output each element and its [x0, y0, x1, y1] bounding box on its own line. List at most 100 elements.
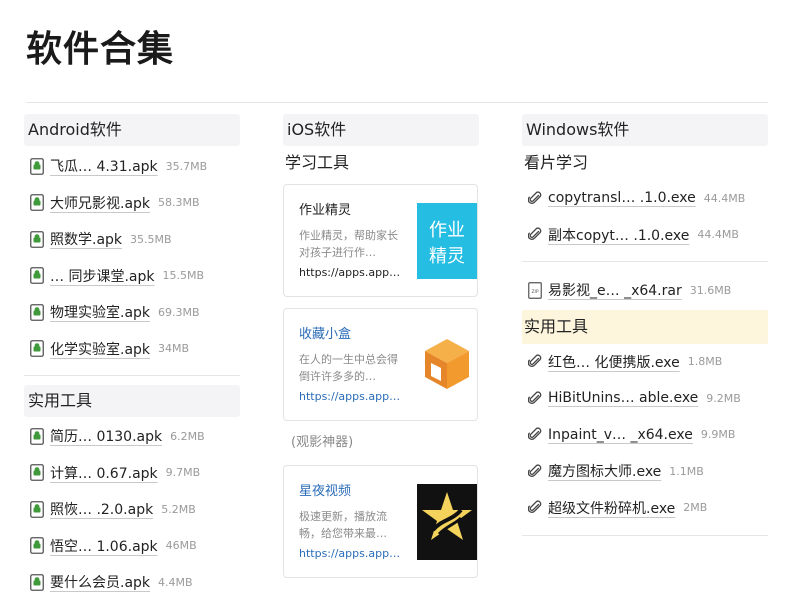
app-card-desc: 极速更新，播放流畅，给您带来最… — [299, 510, 387, 540]
ios-column: iOS软件 学习工具 作业精灵 作业精灵，帮助家长对孩子进行作… https:/… — [283, 114, 479, 578]
android-file-item[interactable]: 大师兄影视.apk 58.3MB — [24, 185, 240, 222]
page-title: 软件合集 — [26, 29, 175, 70]
xingye-shipin-app-icon — [417, 484, 477, 560]
android-apk-icon — [30, 340, 44, 358]
file-name[interactable]: 要什么会员.apk — [50, 572, 150, 592]
paperclip-icon — [528, 500, 542, 514]
windows-file-item[interactable]: copytransl… .1.0.exe 44.4MB — [522, 180, 768, 217]
app-card-link[interactable]: https://apps.app… — [299, 266, 407, 279]
android-apk-icon — [30, 157, 44, 175]
file-name[interactable]: 红色… 化便携版.exe — [548, 352, 680, 372]
file-size: 4.4MB — [158, 575, 193, 589]
top-divider — [26, 102, 768, 103]
file-name[interactable]: 物理实验室.apk — [50, 302, 150, 322]
file-name[interactable]: copytransl… .1.0.exe — [548, 190, 696, 206]
zuoye-jingling-app-icon: 作业 精灵 — [417, 203, 477, 279]
android-heading: Android软件 — [24, 114, 240, 146]
android-apk-icon — [30, 537, 44, 555]
android-apk-icon — [30, 267, 44, 285]
file-name[interactable]: … 同步课堂.apk — [50, 266, 154, 286]
file-name[interactable]: 魔方图标大师.exe — [548, 461, 661, 481]
paperclip-icon — [528, 227, 542, 241]
windows-tool-item[interactable]: 红色… 化便携版.exe 1.8MB — [522, 344, 768, 381]
app-card[interactable]: 星夜视频 极速更新，播放流畅，给您带来最… https://apps.app… — [283, 465, 478, 578]
file-size: 9.7MB — [165, 466, 201, 480]
app-card-link[interactable]: https://apps.app… — [299, 547, 407, 560]
app-card-desc: 作业精灵，帮助家长对孩子进行作… — [299, 229, 398, 259]
android-tools-heading: 实用工具 — [24, 385, 240, 417]
file-size: 58.3MB — [158, 196, 200, 210]
svg-text:ZIP: ZIP — [531, 289, 538, 295]
file-size: 1.1MB — [669, 464, 704, 478]
card-caption: (观影神器) — [291, 435, 354, 450]
file-name[interactable]: 简历… 0130.apk — [50, 426, 162, 446]
android-file-item[interactable]: … 同步课堂.apk 15.5MB — [24, 258, 240, 295]
app-card[interactable]: 收藏小盒 在人的一生中总会得倒许许多多的… https://apps.app… — [283, 308, 478, 421]
file-name[interactable]: 副本copyt… .1.0.exe — [548, 225, 689, 245]
file-name[interactable]: Inpaint_v… _x64.exe — [548, 427, 693, 443]
file-size: 6.2MB — [170, 429, 205, 443]
windows-heading: Windows软件 — [522, 114, 768, 146]
file-size: 2MB — [683, 501, 708, 515]
svg-text:作业: 作业 — [429, 220, 465, 241]
android-tool-item[interactable]: 要什么会员.apk 4.4MB — [24, 564, 240, 599]
file-name[interactable]: 易影视_e… _x64.rar — [548, 280, 682, 300]
section-divider — [522, 261, 768, 262]
file-size: 69.3MB — [158, 305, 200, 319]
section-divider — [24, 375, 240, 376]
file-name[interactable]: HiBitUnins… able.exe — [548, 390, 698, 406]
android-column: Android软件 飞瓜… 4.31.apk 35.7MB 大师兄影视.apk … — [24, 114, 240, 599]
android-tool-item[interactable]: 简历… 0130.apk 6.2MB — [24, 418, 240, 455]
file-size: 35.5MB — [130, 232, 172, 246]
android-apk-icon — [30, 464, 44, 482]
android-file-item[interactable]: 飞瓜… 4.31.apk 35.7MB — [24, 148, 240, 185]
file-name[interactable]: 飞瓜… 4.31.apk — [50, 156, 158, 176]
windows-tool-item[interactable]: 超级文件粉碎机.exe 2MB — [522, 490, 768, 527]
file-size: 31.6MB — [689, 283, 732, 297]
windows-tool-item[interactable]: HiBitUnins… able.exe 9.2MB — [522, 380, 768, 417]
app-card-text: 星夜视频 极速更新，播放流畅，给您带来最… https://apps.app… — [299, 480, 407, 560]
zip-file-icon: ZIP — [528, 281, 542, 299]
windows-archive-item[interactable]: ZIP 易影视_e… _x64.rar 31.6MB — [522, 272, 768, 309]
windows-tool-item[interactable]: Inpaint_v… _x64.exe 9.9MB — [522, 417, 768, 454]
file-name[interactable]: 大师兄影视.apk — [50, 193, 150, 213]
windows-file-item[interactable]: 副本copyt… .1.0.exe 44.4MB — [522, 217, 768, 254]
paperclip-icon — [528, 427, 542, 441]
ios-study-heading: 学习工具 — [285, 153, 350, 172]
android-file-list: 飞瓜… 4.31.apk 35.7MB 大师兄影视.apk 58.3MB 照数学… — [24, 148, 240, 367]
android-apk-icon — [30, 573, 44, 591]
android-tools-list: 简历… 0130.apk 6.2MB 计算… 0.67.apk 9.7MB 照恢… — [24, 418, 240, 599]
app-card[interactable]: 作业精灵 作业精灵，帮助家长对孩子进行作… https://apps.app… … — [283, 184, 478, 297]
file-name[interactable]: 照恢… .2.0.apk — [50, 499, 153, 519]
section-divider — [522, 535, 768, 536]
svg-text:精灵: 精灵 — [429, 246, 465, 267]
android-file-item[interactable]: 化学实验室.apk 34MB — [24, 331, 240, 368]
paperclip-icon — [528, 191, 542, 204]
windows-study-list: copytransl… .1.0.exe 44.4MB 副本copyt… .1.… — [522, 180, 768, 253]
android-apk-icon — [30, 194, 44, 212]
android-file-item[interactable]: 照数学.apk 35.5MB — [24, 221, 240, 258]
windows-column: Windows软件 看片学习 copytransl… .1.0.exe 44.4… — [522, 114, 768, 536]
app-card-title: 作业精灵 — [299, 203, 352, 218]
windows-tools-heading: 实用工具 — [522, 309, 768, 344]
file-name[interactable]: 悟空… 1.06.apk — [50, 536, 158, 556]
file-name[interactable]: 照数学.apk — [50, 229, 122, 249]
file-name[interactable]: 超级文件粉碎机.exe — [548, 498, 675, 518]
file-name[interactable]: 化学实验室.apk — [50, 339, 150, 359]
file-name[interactable]: 计算… 0.67.apk — [50, 463, 158, 483]
app-card-title: 收藏小盒 — [299, 327, 352, 342]
app-card-link[interactable]: https://apps.app… — [299, 390, 407, 403]
app-card-title: 星夜视频 — [299, 484, 352, 499]
android-tool-item[interactable]: 照恢… .2.0.apk 5.2MB — [24, 491, 240, 528]
file-size: 46MB — [165, 539, 197, 553]
ios-heading: iOS软件 — [283, 114, 479, 146]
android-tool-item[interactable]: 计算… 0.67.apk 9.7MB — [24, 455, 240, 492]
file-size: 5.2MB — [161, 502, 196, 516]
android-tool-item[interactable]: 悟空… 1.06.apk 46MB — [24, 528, 240, 565]
android-apk-icon — [30, 230, 44, 248]
windows-tool-item[interactable]: 魔方图标大师.exe 1.1MB — [522, 453, 768, 490]
android-file-item[interactable]: 物理实验室.apk 69.3MB — [24, 294, 240, 331]
paperclip-icon — [528, 391, 542, 404]
app-card-text: 作业精灵 作业精灵，帮助家长对孩子进行作… https://apps.app… — [299, 199, 407, 279]
shoucang-xiaohe-app-icon — [417, 327, 477, 403]
